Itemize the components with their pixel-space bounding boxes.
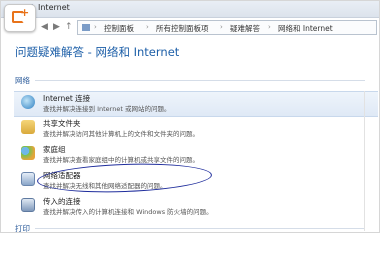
up-arrow-icon[interactable]: ↑ <box>65 22 73 32</box>
breadcrumb-control-panel[interactable]: 控制面板 <box>104 23 134 34</box>
globe-icon <box>21 95 35 109</box>
chevron-right-icon: › <box>94 23 97 31</box>
bottom-blank-area <box>0 233 380 265</box>
item-description: 查找并解决查看家庭组中的计算机或共享文件的问题。 <box>43 156 199 164</box>
back-arrow-icon[interactable]: ◀ <box>41 22 48 32</box>
incoming-connection-icon <box>21 198 35 212</box>
scrollbar-track[interactable] <box>364 91 365 231</box>
shared-folder-icon <box>21 120 35 134</box>
control-panel-icon <box>82 24 90 31</box>
forward-arrow-icon[interactable]: ▶ <box>53 22 60 32</box>
plus-logo-icon: + <box>4 4 36 32</box>
explorer-window: Internet ◀ ▶ ↑ › 控制面板 › 所有控制面板项 › 疑难解答 ›… <box>0 0 380 233</box>
address-bar[interactable]: › 控制面板 › 所有控制面板项 › 疑难解答 › 网络和 Internet <box>77 20 377 35</box>
breadcrumb-all-items[interactable]: 所有控制面板项 <box>156 23 209 34</box>
item-description: 查找并解决访问其他计算机上的文件和文件夹的问题。 <box>43 130 199 138</box>
title-bar: Internet <box>1 1 379 18</box>
list-item-homegroup[interactable]: 家庭组 查找并解决查看家庭组中的计算机或共享文件的问题。 <box>14 143 378 167</box>
homegroup-icon <box>21 146 35 160</box>
chevron-right-icon: › <box>220 23 223 31</box>
address-row: ◀ ▶ ↑ › 控制面板 › 所有控制面板项 › 疑难解答 › 网络和 Inte… <box>1 18 379 38</box>
breadcrumb-troubleshooting[interactable]: 疑难解答 <box>230 23 260 34</box>
item-description: 查找并解决传入的计算机连接和 Windows 防火墙的问题。 <box>43 208 213 216</box>
chevron-right-icon: › <box>146 23 149 31</box>
list-item-internet-connection[interactable]: Internet 连接 查找并解决连接到 Internet 或网站的问题。 <box>14 91 378 117</box>
chevron-right-icon: › <box>268 23 271 31</box>
section-divider <box>35 228 365 229</box>
page-title: 问题疑难解答 - 网络和 Internet <box>15 45 180 59</box>
breadcrumb-network-internet[interactable]: 网络和 Internet <box>278 23 333 34</box>
network-adapter-icon <box>21 172 35 186</box>
list-item-incoming-connections[interactable]: 传入的连接 查找并解决传入的计算机连接和 Windows 防火墙的问题。 <box>14 195 378 219</box>
section-heading-network: 网络 <box>15 76 30 85</box>
window-title: Internet <box>38 3 70 12</box>
item-description: 查找并解决连接到 Internet 或网站的问题。 <box>43 105 171 113</box>
list-item-shared-folders[interactable]: 共享文件夹 查找并解决访问其他计算机上的文件和文件夹的问题。 <box>14 117 378 141</box>
section-divider <box>35 80 365 81</box>
